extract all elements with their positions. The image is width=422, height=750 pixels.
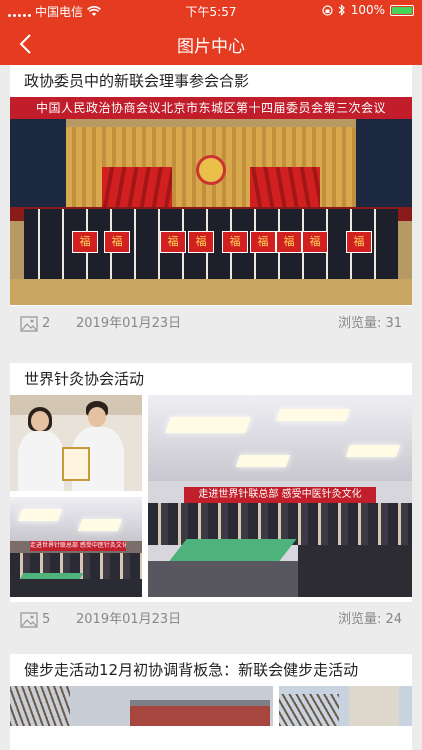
card-photo[interactable]: 中国人民政治协商会议北京市东城区第十四届委员会第三次会议 福 福 福 福 福 福…: [10, 97, 412, 305]
photo-detail: [10, 119, 66, 219]
card-title: 世界针灸协会活动: [24, 370, 145, 388]
photo-detail: [235, 455, 291, 467]
card-photo[interactable]: [10, 395, 142, 491]
photo-banner-text: 中国人民政治协商会议北京市东城区第十四届委员会第三次会议: [10, 97, 412, 119]
photo-card[interactable]: 世界针灸协会活动 走进世界针联总部 感受中医针灸文化 走进世界针联总部 感受中医…: [10, 363, 412, 638]
view-count: 浏览量: 24: [337, 612, 402, 627]
photo-card[interactable]: 政协委员中的新联会理事参会合影 中国人民政治协商会议北京市东城区第十四届委员会第…: [10, 65, 412, 342]
photo-detail: [88, 407, 106, 427]
photo-detail: [356, 119, 412, 219]
photo-banner-text: 走进世界针联总部 感受中医针灸文化: [30, 541, 126, 551]
photo-detail: [102, 167, 172, 207]
card-footer: 5 2019年01月23日 浏览量: 24: [10, 602, 412, 638]
photo-detail: [298, 545, 412, 597]
photo-fu-sign: 福: [72, 231, 98, 253]
photo-detail: [275, 409, 351, 421]
bluetooth-icon: [338, 4, 345, 16]
post-date: 2019年01月23日: [76, 612, 182, 627]
photo-detail: [169, 539, 297, 561]
photo-detail: [10, 579, 142, 597]
page-title: 图片中心: [177, 37, 245, 57]
photo-detail: [148, 395, 412, 481]
battery-percent: 100%: [350, 3, 385, 17]
card-photo[interactable]: 走进世界针联总部 感受中医针灸文化: [10, 497, 142, 597]
orientation-lock-icon: [322, 4, 333, 16]
photo-card[interactable]: 健步走活动12月初协调背板急：新联会健步走活动: [10, 654, 412, 750]
photo-detail: [279, 694, 339, 726]
image-count: 2: [42, 316, 51, 331]
photo-detail: [10, 279, 412, 305]
photo-detail: [130, 700, 270, 706]
photo-fu-sign: 福: [188, 231, 214, 253]
photo-fu-sign: 福: [346, 231, 372, 253]
photo-fu-sign: 福: [160, 231, 186, 253]
emblem-icon: [196, 155, 226, 185]
photo-fu-sign: 福: [276, 231, 302, 253]
photo-detail: [77, 519, 123, 531]
card-photo[interactable]: 走进世界针联总部 感受中医针灸文化: [148, 395, 412, 597]
photo-detail: [349, 686, 399, 726]
post-date: 2019年01月23日: [76, 316, 182, 331]
card-title: 政协委员中的新联会理事参会合影: [24, 72, 250, 90]
photo-detail: [148, 561, 298, 597]
photo-fu-sign: 福: [302, 231, 328, 253]
photo-detail: [17, 509, 63, 521]
card-footer: 2 2019年01月23日 浏览量: 31: [10, 306, 412, 342]
photo-fu-sign: 福: [250, 231, 276, 253]
photo-detail: [62, 447, 90, 481]
battery-icon: [390, 4, 414, 16]
photo-detail: [165, 417, 251, 433]
card-photo[interactable]: [279, 686, 412, 726]
photo-detail: [130, 704, 270, 726]
nav-bar: 图片中心: [0, 22, 422, 65]
image-icon: [20, 612, 38, 628]
status-bar: 中国电信 下午5:57 100%: [0, 0, 422, 22]
card-photo[interactable]: [10, 686, 273, 726]
image-icon: [20, 316, 38, 332]
card-title: 健步走活动12月初协调背板急：新联会健步走活动: [24, 661, 359, 679]
status-right-group: 100%: [322, 3, 414, 17]
photo-banner-text: 走进世界针联总部 感受中医针灸文化: [184, 487, 376, 503]
photo-detail: [31, 411, 49, 431]
photo-fu-sign: 福: [104, 231, 130, 253]
image-count: 5: [42, 612, 51, 627]
photo-fu-sign: 福: [222, 231, 248, 253]
photo-detail: [18, 431, 64, 491]
photo-detail: [10, 686, 70, 726]
view-count: 浏览量: 31: [337, 316, 402, 331]
photo-detail: [250, 167, 320, 207]
photo-detail: [345, 445, 401, 457]
